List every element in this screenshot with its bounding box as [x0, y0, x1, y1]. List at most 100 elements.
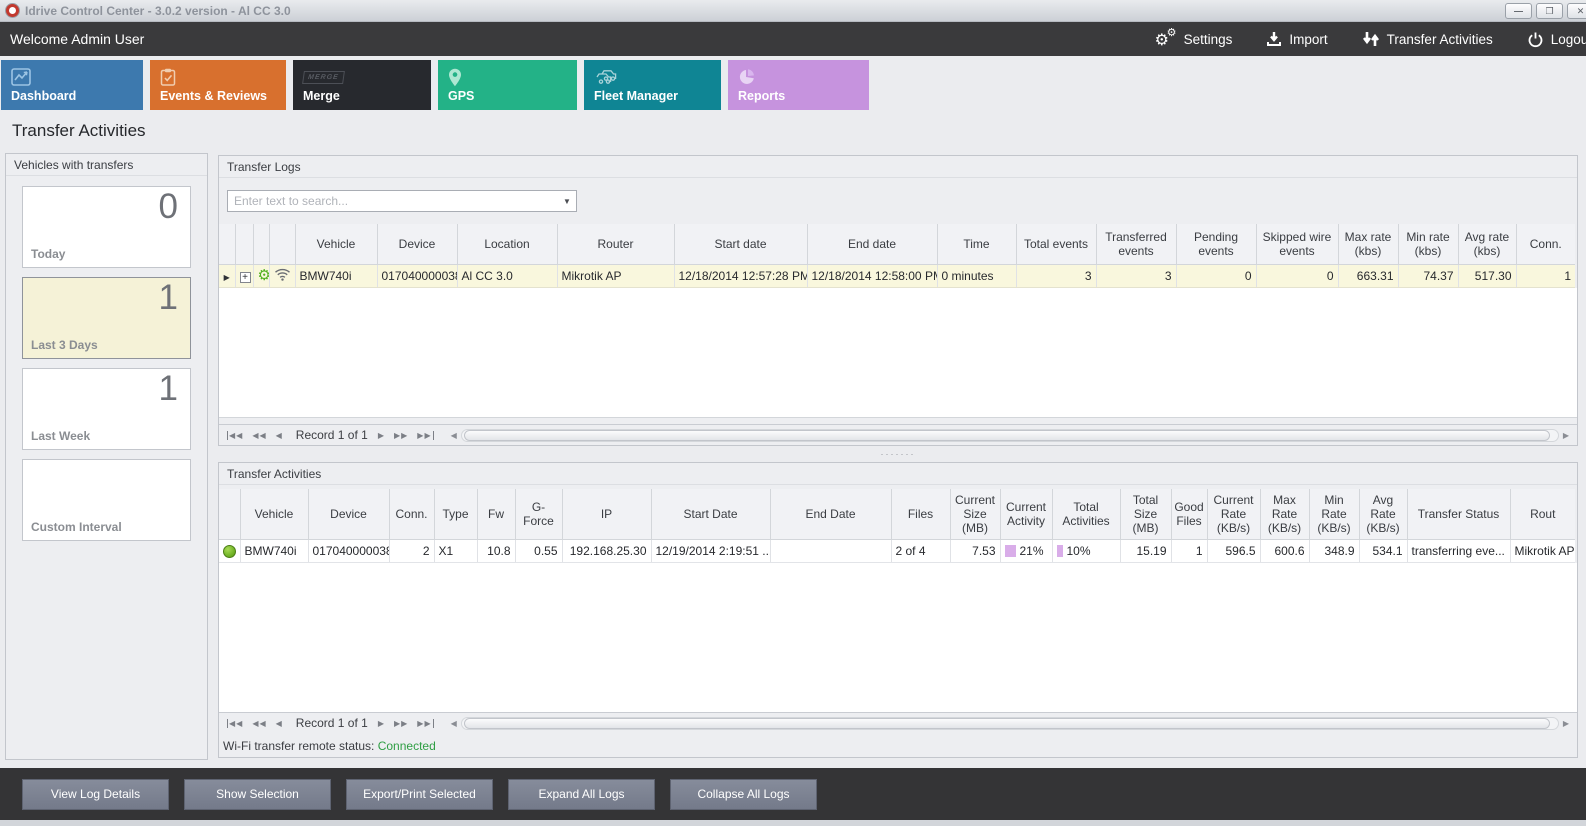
- col-fw[interactable]: Fw: [477, 489, 515, 539]
- tab-fleet-manager[interactable]: Fleet Manager: [584, 60, 721, 110]
- card-last-week[interactable]: 1 Last Week: [22, 368, 191, 450]
- col-total-activities[interactable]: Total Activities: [1052, 489, 1120, 539]
- transfer-activity-row[interactable]: BMW740i 017040000038 2 X1 10.8 0.55 192.…: [219, 539, 1575, 562]
- view-log-details-button[interactable]: View Log Details: [22, 779, 169, 810]
- collapse-all-logs-button[interactable]: Collapse All Logs: [670, 779, 817, 810]
- cell-start-date: 12/19/2014 2:19:51 ...: [651, 539, 770, 562]
- transfer-activities-button[interactable]: Transfer Activities: [1362, 30, 1493, 48]
- expand-all-logs-button[interactable]: Expand All Logs: [508, 779, 655, 810]
- cell-type: X1: [434, 539, 477, 562]
- scroll-right-icon[interactable]: ▶: [1563, 431, 1569, 440]
- col-avg-rate[interactable]: Avg rate (kbs): [1458, 224, 1516, 264]
- close-button[interactable]: ✕: [1567, 3, 1586, 19]
- col-max-rate[interactable]: Max rate (kbs): [1338, 224, 1398, 264]
- tab-gps[interactable]: GPS: [438, 60, 577, 110]
- card-today[interactable]: 0 Today: [22, 186, 191, 268]
- col-total-events[interactable]: Total events: [1016, 224, 1096, 264]
- scroll-right-icon[interactable]: ▶: [1563, 719, 1569, 728]
- col-avg-rate[interactable]: Avg Rate (KB/s): [1359, 489, 1407, 539]
- tab-reports[interactable]: Reports: [728, 60, 869, 110]
- col-expander: [235, 224, 253, 264]
- cell-max-rate: 663.31: [1338, 264, 1398, 287]
- logout-button[interactable]: Logout: [1527, 31, 1586, 48]
- nav-next-icon[interactable]: ▶: [378, 719, 385, 728]
- logout-label: Logout: [1551, 32, 1586, 47]
- panel-splitter[interactable]: ·······: [218, 449, 1578, 459]
- cell-gforce: 0.55: [515, 539, 562, 562]
- col-current-rate[interactable]: Current Rate (KB/s): [1207, 489, 1260, 539]
- nav-last-icon[interactable]: ▶▶: [417, 431, 433, 440]
- col-router[interactable]: Rout: [1510, 489, 1575, 539]
- nav-fast-next-icon[interactable]: ▶▶: [394, 431, 408, 440]
- col-max-rate[interactable]: Max Rate (KB/s): [1260, 489, 1309, 539]
- export-print-selected-button[interactable]: Export/Print Selected: [346, 779, 493, 810]
- col-current-size[interactable]: Current Size (MB): [950, 489, 1000, 539]
- col-vehicle[interactable]: Vehicle: [295, 224, 377, 264]
- nav-fast-prev-icon[interactable]: ◀◀: [252, 431, 266, 440]
- nav-prev-icon[interactable]: ◀: [276, 431, 283, 440]
- logs-horizontal-scrollbar[interactable]: ◀ ▶: [451, 429, 1569, 442]
- gears-icon: ⚙ ⚙: [1155, 30, 1177, 48]
- scroll-left-icon[interactable]: ◀: [451, 719, 457, 728]
- col-total-size[interactable]: Total Size (MB): [1120, 489, 1171, 539]
- nav-first-icon[interactable]: ◀◀: [227, 431, 243, 440]
- col-type[interactable]: Type: [434, 489, 477, 539]
- cell-location: Al CC 3.0: [457, 264, 557, 287]
- col-min-rate[interactable]: Min rate (kbs): [1398, 224, 1458, 264]
- col-files[interactable]: Files: [891, 489, 950, 539]
- settings-button[interactable]: ⚙ ⚙ Settings: [1155, 30, 1233, 48]
- search-input[interactable]: [228, 194, 558, 208]
- nav-first-icon[interactable]: ◀◀: [227, 719, 243, 728]
- col-start-date[interactable]: Start Date: [651, 489, 770, 539]
- transfer-log-row[interactable]: ▶ + ⚙ BMW740i 017040000038 Al CC 3.0 Mik…: [219, 264, 1575, 287]
- col-row-indicator: [219, 224, 235, 264]
- minimize-button[interactable]: —: [1505, 3, 1532, 19]
- card-custom-interval[interactable]: Custom Interval: [22, 459, 191, 541]
- scroll-left-icon[interactable]: ◀: [451, 431, 457, 440]
- nav-fast-next-icon[interactable]: ▶▶: [394, 719, 408, 728]
- col-location[interactable]: Location: [457, 224, 557, 264]
- wifi-status-label: Wi-Fi transfer remote status:: [223, 739, 374, 753]
- col-vehicle[interactable]: Vehicle: [240, 489, 308, 539]
- nav-prev-icon[interactable]: ◀: [276, 719, 283, 728]
- tab-events-reviews[interactable]: Events & Reviews: [150, 60, 286, 110]
- activities-scroll-thumb[interactable]: [464, 718, 1550, 729]
- tab-dashboard-label: Dashboard: [11, 89, 76, 103]
- col-current-activity[interactable]: Current Activity: [1000, 489, 1052, 539]
- col-good-files[interactable]: Good Files: [1171, 489, 1207, 539]
- activities-record-status: Record 1 of 1: [296, 716, 368, 730]
- col-gforce[interactable]: G-Force: [515, 489, 562, 539]
- tab-dashboard[interactable]: Dashboard: [1, 60, 143, 110]
- maximize-button[interactable]: ❒: [1536, 3, 1563, 19]
- col-conn[interactable]: Conn.: [389, 489, 434, 539]
- col-end-date[interactable]: End Date: [770, 489, 891, 539]
- sidebar-title: Vehicles with transfers: [6, 154, 207, 176]
- col-device[interactable]: Device: [377, 224, 457, 264]
- col-transferred-events[interactable]: Transferred events: [1096, 224, 1176, 264]
- cell-skipped-wire-events: 0: [1256, 264, 1338, 287]
- col-router[interactable]: Router: [557, 224, 674, 264]
- col-ip[interactable]: IP: [562, 489, 651, 539]
- col-transfer-status[interactable]: Transfer Status: [1407, 489, 1510, 539]
- col-skipped-wire-events[interactable]: Skipped wire events: [1256, 224, 1338, 264]
- search-combobox[interactable]: ▼: [227, 190, 577, 212]
- col-start-date[interactable]: Start date: [674, 224, 807, 264]
- dropdown-arrow-icon[interactable]: ▼: [558, 197, 576, 206]
- nav-fast-prev-icon[interactable]: ◀◀: [252, 719, 266, 728]
- col-device[interactable]: Device: [308, 489, 389, 539]
- col-min-rate[interactable]: Min Rate (KB/s): [1309, 489, 1359, 539]
- col-pending-events[interactable]: Pending events: [1176, 224, 1256, 264]
- nav-next-icon[interactable]: ▶: [378, 431, 385, 440]
- import-button[interactable]: Import: [1266, 31, 1327, 47]
- activities-horizontal-scrollbar[interactable]: ◀ ▶: [451, 717, 1569, 730]
- col-end-date[interactable]: End date: [807, 224, 937, 264]
- col-conn[interactable]: Conn.: [1516, 224, 1575, 264]
- show-selection-button[interactable]: Show Selection: [184, 779, 331, 810]
- card-last-3-days[interactable]: 1 Last 3 Days: [22, 277, 191, 359]
- nav-last-icon[interactable]: ▶▶: [417, 719, 433, 728]
- col-time[interactable]: Time: [937, 224, 1016, 264]
- tab-merge[interactable]: MERGE Merge: [293, 60, 431, 110]
- cell-total-size: 15.19: [1120, 539, 1171, 562]
- row-expander-icon[interactable]: +: [240, 272, 251, 283]
- logs-scroll-thumb[interactable]: [464, 430, 1550, 441]
